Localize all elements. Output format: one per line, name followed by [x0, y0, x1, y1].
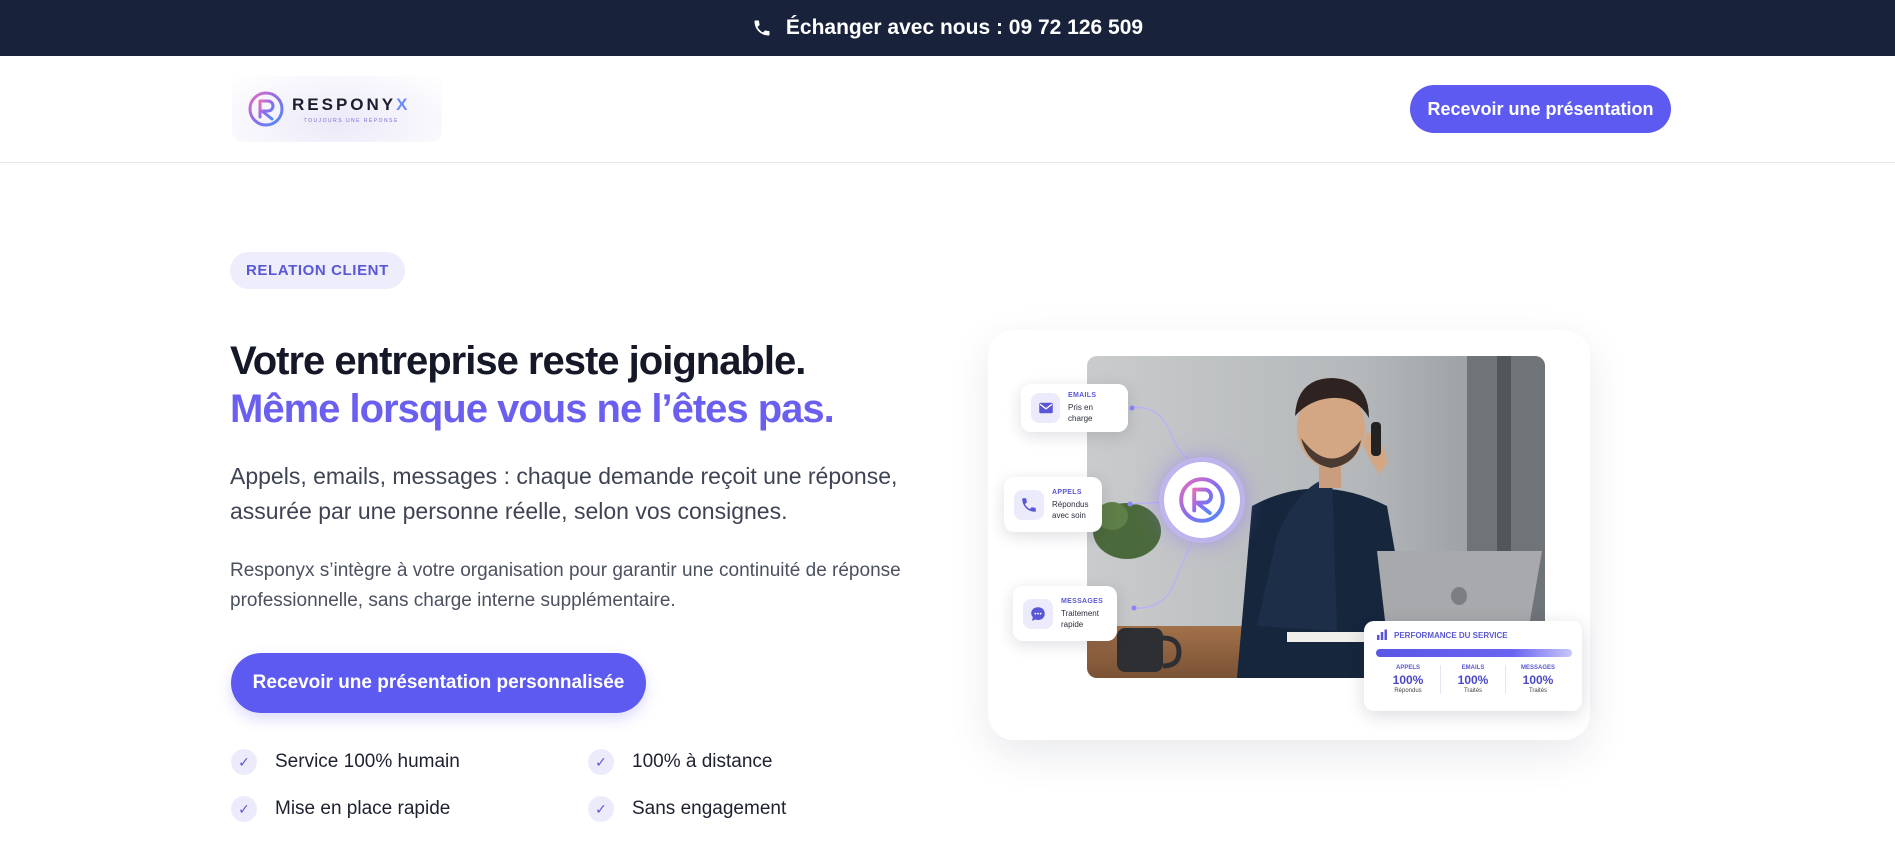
hero-title-line2: Même lorsque vous ne l’êtes pas.	[230, 387, 835, 431]
messages-line1: Traitement	[1061, 608, 1099, 618]
performance-card: PERFORMANCE DU SERVICE APPELS 100% Répon…	[1364, 621, 1582, 711]
perf-sub: Traités	[1463, 688, 1483, 694]
perf-label: MESSAGES	[1520, 665, 1555, 671]
hero-presentation-button[interactable]: Recevoir une présentation personnalisée	[231, 653, 646, 713]
messages-title: MESSAGES	[1061, 597, 1104, 605]
feature-label: Sans engagement	[632, 798, 787, 819]
perf-value: 100%	[1457, 673, 1489, 687]
feature-item: ✓ Sans engagement	[588, 796, 786, 822]
appels-line2: avec soin	[1052, 510, 1086, 520]
logo-tagline: TOUJOURS UNE RÉPONSE	[303, 117, 399, 124]
emails-title: EMAILS	[1068, 392, 1097, 399]
eyebrow-badge: RELATION CLIENT	[230, 252, 405, 289]
check-icon: ✓	[231, 749, 257, 775]
hero-title-line1: Votre entreprise reste joignable.	[230, 339, 806, 383]
performance-progress-bar	[1376, 649, 1572, 657]
mail-icon	[1031, 393, 1061, 423]
emails-card: EMAILS Pris en charge	[1021, 384, 1128, 432]
feature-item: ✓ Mise en place rapide	[231, 796, 450, 822]
appels-line1: Répondus	[1052, 499, 1089, 509]
phone-icon	[754, 20, 770, 36]
perf-value: 100%	[1522, 673, 1554, 687]
responyx-logo[interactable]: RESPONYX TOUJOURS UNE RÉPONSE	[232, 76, 442, 142]
logo-r-mark-icon	[1179, 477, 1225, 523]
feature-item: ✓ Service 100% humain	[231, 749, 460, 775]
messages-card: MESSAGES Traitement rapide	[1013, 586, 1117, 641]
contact-phone-text[interactable]: Échanger avec nous : 09 72 126 509	[786, 16, 1143, 40]
check-icon: ✓	[588, 796, 614, 822]
bar-chart-icon	[1377, 629, 1387, 640]
appels-card: APPELS Répondus avec soin	[1004, 477, 1102, 532]
performance-title: PERFORMANCE DU SERVICE	[1394, 630, 1508, 640]
feature-label: 100% à distance	[632, 751, 773, 772]
top-contact-bar: Échanger avec nous : 09 72 126 509	[0, 0, 1895, 56]
logo-r-mark-icon	[248, 91, 284, 127]
perf-value: 100%	[1392, 673, 1424, 687]
hero-lead: Appels, emails, messages : chaque demand…	[230, 463, 898, 524]
appels-title: APPELS	[1052, 488, 1082, 496]
feature-label: Service 100% humain	[275, 751, 460, 772]
perf-column-messages: MESSAGES 100% Traités	[1506, 665, 1570, 694]
check-icon: ✓	[231, 796, 257, 822]
perf-label: EMAILS	[1461, 665, 1485, 671]
feature-item: ✓ 100% à distance	[588, 749, 773, 775]
site-header: RESPONYX TOUJOURS UNE RÉPONSE Recevoir u…	[0, 56, 1895, 163]
chat-icon	[1023, 598, 1053, 629]
responyx-hub-badge	[1164, 462, 1240, 538]
check-icon: ✓	[588, 749, 614, 775]
header-presentation-button[interactable]: Recevoir une présentation	[1410, 85, 1671, 133]
perf-column-appels: APPELS 100% Répondus	[1376, 665, 1441, 694]
emails-status: Pris en charge	[1068, 403, 1093, 423]
feature-label: Mise en place rapide	[275, 798, 451, 819]
logo-wordmark: RESPONYX	[292, 94, 411, 114]
phone-icon	[1014, 489, 1044, 520]
perf-sub: Répondus	[1394, 688, 1422, 694]
messages-line2: rapide	[1061, 619, 1084, 629]
perf-sub: Traités	[1528, 688, 1548, 694]
perf-label: APPELS	[1395, 665, 1420, 671]
perf-column-emails: EMAILS 100% Traités	[1441, 665, 1506, 694]
hero-body: Responyx s’intègre à votre organisation …	[230, 560, 901, 611]
